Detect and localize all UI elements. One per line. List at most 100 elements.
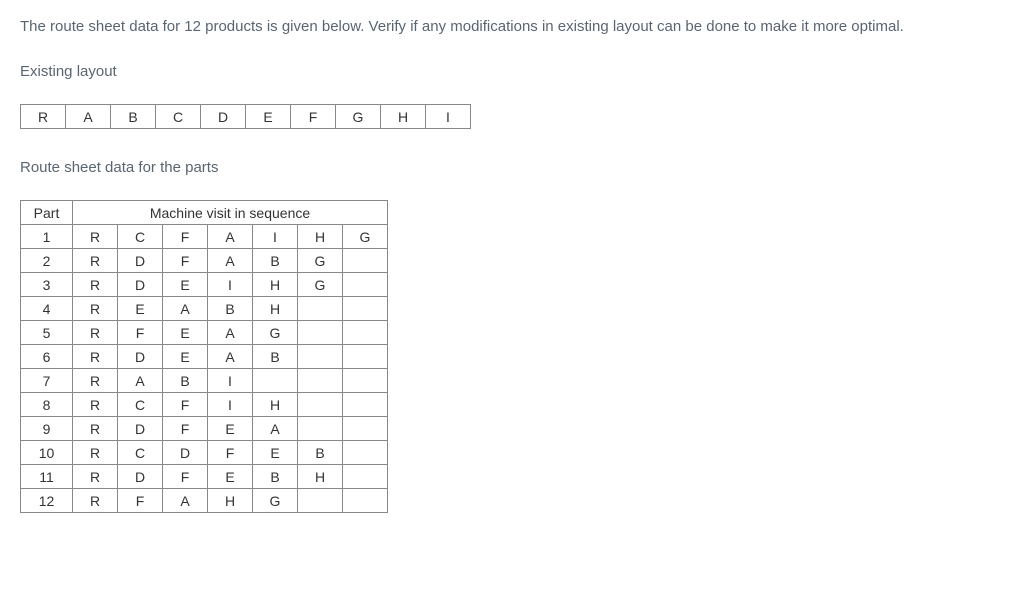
sequence-cell: R [73, 369, 118, 393]
sequence-cell: R [73, 321, 118, 345]
sequence-cell: H [208, 489, 253, 513]
layout-cell: F [291, 105, 336, 129]
table-row: 2RDFABG [21, 249, 388, 273]
sequence-cell: A [163, 297, 208, 321]
sequence-cell: F [163, 249, 208, 273]
sequence-cell: A [118, 369, 163, 393]
layout-cell: D [201, 105, 246, 129]
sequence-cell: E [253, 441, 298, 465]
layout-cell: R [21, 105, 66, 129]
sequence-cell: A [208, 345, 253, 369]
sequence-cell: R [73, 297, 118, 321]
sequence-cell: H [253, 297, 298, 321]
sequence-cell: A [208, 249, 253, 273]
sequence-cell: H [298, 465, 343, 489]
sequence-cell: H [253, 273, 298, 297]
sequence-cell [298, 393, 343, 417]
part-cell: 4 [21, 297, 73, 321]
existing-layout-label: Existing layout [20, 63, 1003, 80]
sequence-cell [298, 369, 343, 393]
sequence-cell: A [163, 489, 208, 513]
layout-cell: G [336, 105, 381, 129]
route-sheet-table: Part Machine visit in sequence 1RCFAIHG2… [20, 200, 388, 513]
route-sheet-label: Route sheet data for the parts [20, 159, 1003, 176]
part-cell: 1 [21, 225, 73, 249]
sequence-cell: R [73, 465, 118, 489]
table-row: 10RCDFEB [21, 441, 388, 465]
sequence-cell [343, 489, 388, 513]
sequence-cell [343, 441, 388, 465]
sequence-cell [343, 465, 388, 489]
route-header-row: Part Machine visit in sequence [21, 201, 388, 225]
table-row: 6RDEAB [21, 345, 388, 369]
sequence-cell [298, 321, 343, 345]
part-cell: 5 [21, 321, 73, 345]
sequence-cell: E [208, 417, 253, 441]
part-cell: 9 [21, 417, 73, 441]
sequence-cell: R [73, 345, 118, 369]
sequence-cell: D [118, 273, 163, 297]
table-row: 3RDEIHG [21, 273, 388, 297]
sequence-cell: I [208, 273, 253, 297]
layout-cell: A [66, 105, 111, 129]
sequence-cell: I [208, 393, 253, 417]
sequence-cell: G [253, 321, 298, 345]
table-row: 5RFEAG [21, 321, 388, 345]
layout-cell: B [111, 105, 156, 129]
table-row: 9RDFEA [21, 417, 388, 441]
sequence-cell: E [208, 465, 253, 489]
sequence-cell: B [253, 465, 298, 489]
sequence-cell: C [118, 393, 163, 417]
sequence-cell: D [118, 465, 163, 489]
sequence-cell: C [118, 441, 163, 465]
sequence-cell: R [73, 225, 118, 249]
table-row: 1RCFAIHG [21, 225, 388, 249]
sequence-cell [343, 417, 388, 441]
sequence-cell: B [253, 249, 298, 273]
sequence-cell: E [118, 297, 163, 321]
sequence-cell: G [298, 273, 343, 297]
existing-layout-table: R A B C D E F G H I [20, 104, 471, 129]
sequence-cell [253, 369, 298, 393]
sequence-cell: F [208, 441, 253, 465]
sequence-cell: I [208, 369, 253, 393]
sequence-cell: B [208, 297, 253, 321]
layout-cell: C [156, 105, 201, 129]
sequence-cell: D [118, 249, 163, 273]
sequence-cell: A [208, 225, 253, 249]
part-header: Part [21, 201, 73, 225]
sequence-cell [298, 417, 343, 441]
sequence-cell: A [253, 417, 298, 441]
layout-row: R A B C D E F G H I [21, 105, 471, 129]
sequence-cell: G [343, 225, 388, 249]
part-cell: 2 [21, 249, 73, 273]
sequence-cell: F [163, 417, 208, 441]
sequence-cell: D [118, 417, 163, 441]
sequence-cell: B [298, 441, 343, 465]
sequence-cell: R [73, 393, 118, 417]
table-row: 4REABH [21, 297, 388, 321]
layout-cell: E [246, 105, 291, 129]
sequence-cell: G [253, 489, 298, 513]
sequence-cell [343, 321, 388, 345]
sequence-cell: E [163, 321, 208, 345]
sequence-cell: R [73, 273, 118, 297]
sequence-cell: G [298, 249, 343, 273]
sequence-cell [343, 345, 388, 369]
sequence-cell: A [208, 321, 253, 345]
intro-text: The route sheet data for 12 products is … [20, 18, 1003, 35]
sequence-cell: E [163, 345, 208, 369]
sequence-cell: F [163, 225, 208, 249]
sequence-cell [343, 393, 388, 417]
sequence-cell: R [73, 489, 118, 513]
sequence-cell: R [73, 417, 118, 441]
sequence-cell [343, 273, 388, 297]
sequence-cell: F [163, 465, 208, 489]
table-row: 11RDFEBH [21, 465, 388, 489]
part-cell: 10 [21, 441, 73, 465]
sequence-cell: H [253, 393, 298, 417]
part-cell: 6 [21, 345, 73, 369]
sequence-cell: E [163, 273, 208, 297]
table-row: 8RCFIH [21, 393, 388, 417]
sequence-cell: D [163, 441, 208, 465]
